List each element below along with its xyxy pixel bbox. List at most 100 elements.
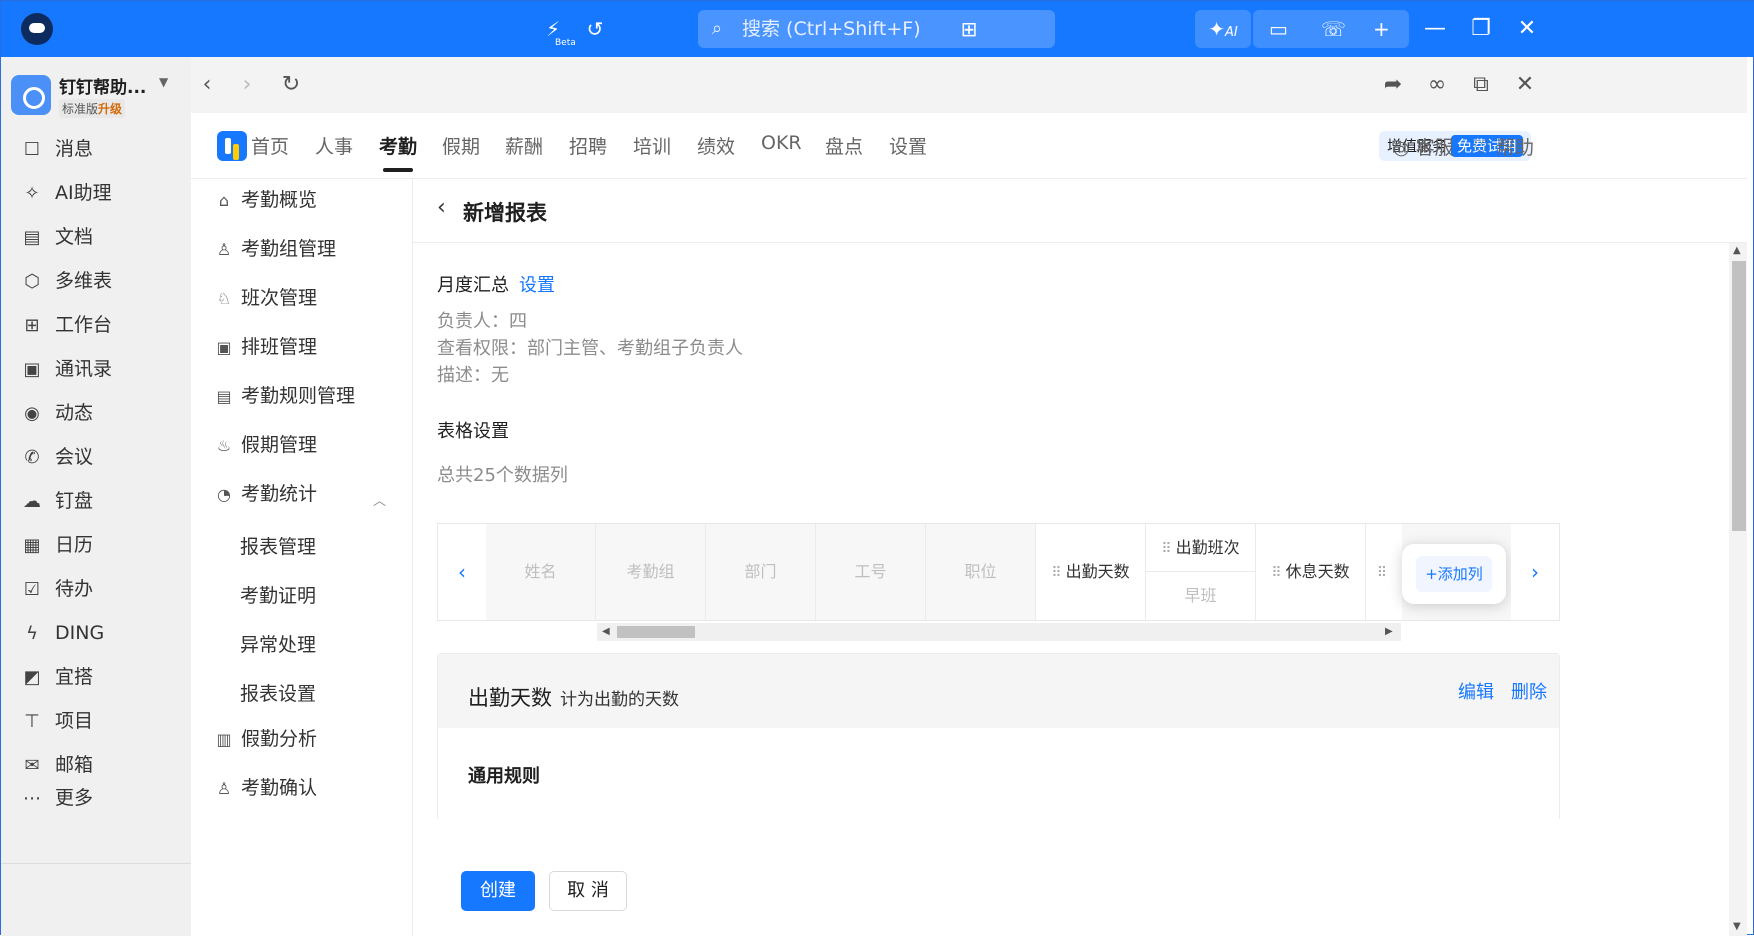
delete-link[interactable]: 删除 (1511, 678, 1547, 704)
chevron-up-icon[interactable]: ︿ (373, 487, 386, 517)
drag-handle-icon[interactable]: ⠿ (1161, 541, 1171, 557)
open-window-icon[interactable]: ⧉ (1465, 69, 1497, 101)
scroll-left-icon[interactable]: ‹ (438, 524, 486, 620)
tab-8[interactable]: OKR (761, 132, 802, 154)
vertical-scroll-thumb[interactable] (1732, 261, 1746, 531)
restore-icon[interactable]: ❐ (1465, 13, 1497, 45)
column-attend-days[interactable]: ⠿ 出勤天数 (1036, 524, 1146, 620)
sidebar-item-8[interactable]: ☁ 钉盘 (19, 485, 93, 517)
caret-down-icon[interactable]: ▼ (159, 75, 168, 89)
cancel-button[interactable]: 取 消 (549, 871, 627, 911)
menu-item-3[interactable]: ▣ 排班管理 (213, 332, 317, 362)
sidebar-item-0[interactable]: ☐ 消息 (19, 133, 93, 165)
tab-3[interactable]: 假期 (442, 132, 480, 159)
title-bar: ⚡ Beta ↺ ⌕ 搜索 (Ctrl+Shift+F) ⊞ ✦AI ▭ ☏ + … (1, 1, 1754, 57)
tab-7[interactable]: 绩效 (697, 132, 735, 159)
support-link[interactable]: ◎ 客服 (1393, 133, 1454, 160)
global-search-input[interactable]: ⌕ 搜索 (Ctrl+Shift+F) (698, 10, 1055, 48)
history-icon[interactable]: ↺ (581, 15, 609, 43)
page-vertical-scrollbar[interactable]: ▲ ▼ (1729, 243, 1747, 936)
sidebar-item-13[interactable]: ⊤ 项目 (19, 705, 93, 737)
scroll-left-arrow-icon[interactable]: ◀ (602, 623, 610, 641)
add-column-button[interactable]: +添加列 (1416, 556, 1492, 592)
drag-handle-icon[interactable]: ⠿ (1271, 565, 1281, 581)
sidebar-item-1[interactable]: ✧ AI助理 (19, 177, 111, 209)
menu-item-2[interactable]: ♘ 班次管理 (213, 283, 317, 313)
sidebar-item-4[interactable]: ⊞ 工作台 (19, 309, 112, 341)
sidebar-item-6[interactable]: ◉ 动态 (19, 397, 93, 429)
scroll-thumb[interactable] (617, 626, 695, 638)
screen-cast-icon[interactable]: ▭ (1269, 10, 1288, 48)
tab-10[interactable]: 设置 (889, 132, 927, 159)
search-placeholder: 搜索 (Ctrl+Shift+F) (742, 18, 921, 40)
menu-item-0[interactable]: ⌂ 考勤概览 (213, 185, 317, 215)
permission-text: 查看权限：部门主管、考勤组子负责人 (437, 338, 743, 359)
menu-item-1[interactable]: ♙ 考勤组管理 (213, 234, 336, 264)
mail-icon: ✉ (24, 755, 40, 776)
tab-4[interactable]: 薪酬 (505, 132, 543, 159)
sidebar-item-11[interactable]: ϟ DING (19, 617, 104, 649)
back-icon[interactable]: ‹ (191, 69, 223, 101)
tab-6[interactable]: 培训 (633, 132, 671, 159)
sidebar-item-3[interactable]: ⬡ 多维表 (19, 265, 112, 297)
org-switcher[interactable]: 钉钉帮助... ▼ 标准版升级 (11, 71, 181, 121)
help-link[interactable]: ♡ 帮助 (1473, 133, 1534, 160)
dingtalk-logo[interactable] (21, 13, 53, 45)
feed-icon: ◉ (24, 403, 40, 424)
tab-9[interactable]: 盘点 (825, 132, 863, 159)
attend-shift-header: ⠿ 出勤班次 (1146, 524, 1255, 572)
column-rest-days[interactable]: ⠿ 休息天数 (1256, 524, 1366, 620)
submenu-item-1[interactable]: 考勤证明 (240, 581, 316, 608)
group-user-icon: ♙ (216, 240, 232, 259)
edit-link[interactable]: 编辑 (1458, 678, 1494, 704)
apps-grid-icon[interactable]: ⊞ (955, 15, 983, 43)
menu-item-6[interactable]: ◔ 考勤统计 ︿ (213, 479, 386, 509)
sidebar-item-label: 文档 (55, 226, 94, 248)
lightning-icon[interactable]: ⚡ Beta (539, 15, 576, 48)
submenu-item-0[interactable]: 报表管理 (240, 532, 316, 559)
menu-more-item-1[interactable]: ♙ 考勤确认 (213, 773, 317, 803)
sidebar-item-15[interactable]: ⋯ 更多 (19, 782, 93, 814)
menu-item-4[interactable]: ▤ 考勤规则管理 (213, 381, 355, 411)
upgrade-link[interactable]: 升级 (98, 102, 122, 116)
close-icon[interactable]: ✕ (1511, 13, 1543, 45)
sidebar-item-7[interactable]: ✆ 会议 (19, 441, 93, 473)
sidebar-item-12[interactable]: ◩ 宜搭 (19, 661, 93, 693)
drag-handle-icon[interactable]: ⠿ (1051, 565, 1061, 581)
call-icon[interactable]: ☏ (1321, 10, 1346, 48)
plus-icon[interactable]: + (1373, 10, 1390, 48)
quick-actions-group: ▭ ☏ + (1253, 10, 1409, 48)
tab-5[interactable]: 招聘 (569, 132, 607, 159)
menu-more-item-0[interactable]: ▥ 假勤分析 (213, 724, 317, 754)
scroll-down-arrow-icon[interactable]: ▼ (1733, 921, 1741, 932)
scroll-right-icon[interactable]: › (1511, 524, 1559, 620)
report-settings-link[interactable]: 设置 (519, 275, 555, 296)
tab-1[interactable]: 人事 (315, 132, 353, 159)
drag-handle-icon[interactable]: ⠿ (1377, 565, 1387, 581)
tab-2[interactable]: 考勤 (379, 132, 417, 172)
column-attend-shift[interactable]: ⠿ 出勤班次 早班 (1146, 524, 1256, 620)
scroll-up-arrow-icon[interactable]: ▲ (1733, 245, 1741, 256)
table-horizontal-scrollbar[interactable]: ◀ ▶ (597, 623, 1401, 641)
sidebar-item-2[interactable]: ▤ 文档 (19, 221, 93, 253)
back-arrow-icon[interactable]: ‹ (437, 195, 446, 220)
share-icon[interactable]: ➦ (1377, 69, 1409, 101)
minimize-icon[interactable]: — (1419, 13, 1451, 45)
submenu-item-2[interactable]: 异常处理 (240, 630, 316, 657)
menu-item-5[interactable]: ♨ 假期管理 (213, 430, 317, 460)
sidebar-item-14[interactable]: ✉ 邮箱 (19, 749, 93, 781)
sidebar-item-9[interactable]: ▦ 日历 (19, 529, 93, 561)
tab-0[interactable]: 首页 (251, 132, 289, 159)
create-button[interactable]: 创建 (461, 871, 535, 911)
ai-magic-button[interactable]: ✦AI (1195, 10, 1251, 48)
forward-icon[interactable]: › (231, 69, 263, 101)
scroll-right-arrow-icon[interactable]: ▶ (1385, 623, 1393, 641)
shift-icon: ♘ (216, 289, 232, 308)
refresh-icon[interactable]: ↻ (275, 69, 307, 101)
sidebar-item-5[interactable]: ▣ 通讯录 (19, 353, 112, 385)
link-icon[interactable]: ∞ (1421, 69, 1453, 101)
attend-days-label: 出勤天数 (1065, 562, 1130, 581)
sidebar-item-10[interactable]: ☑ 待办 (19, 573, 93, 605)
close-tab-icon[interactable]: ✕ (1509, 69, 1541, 101)
submenu-item-3[interactable]: 报表设置 (240, 679, 316, 706)
